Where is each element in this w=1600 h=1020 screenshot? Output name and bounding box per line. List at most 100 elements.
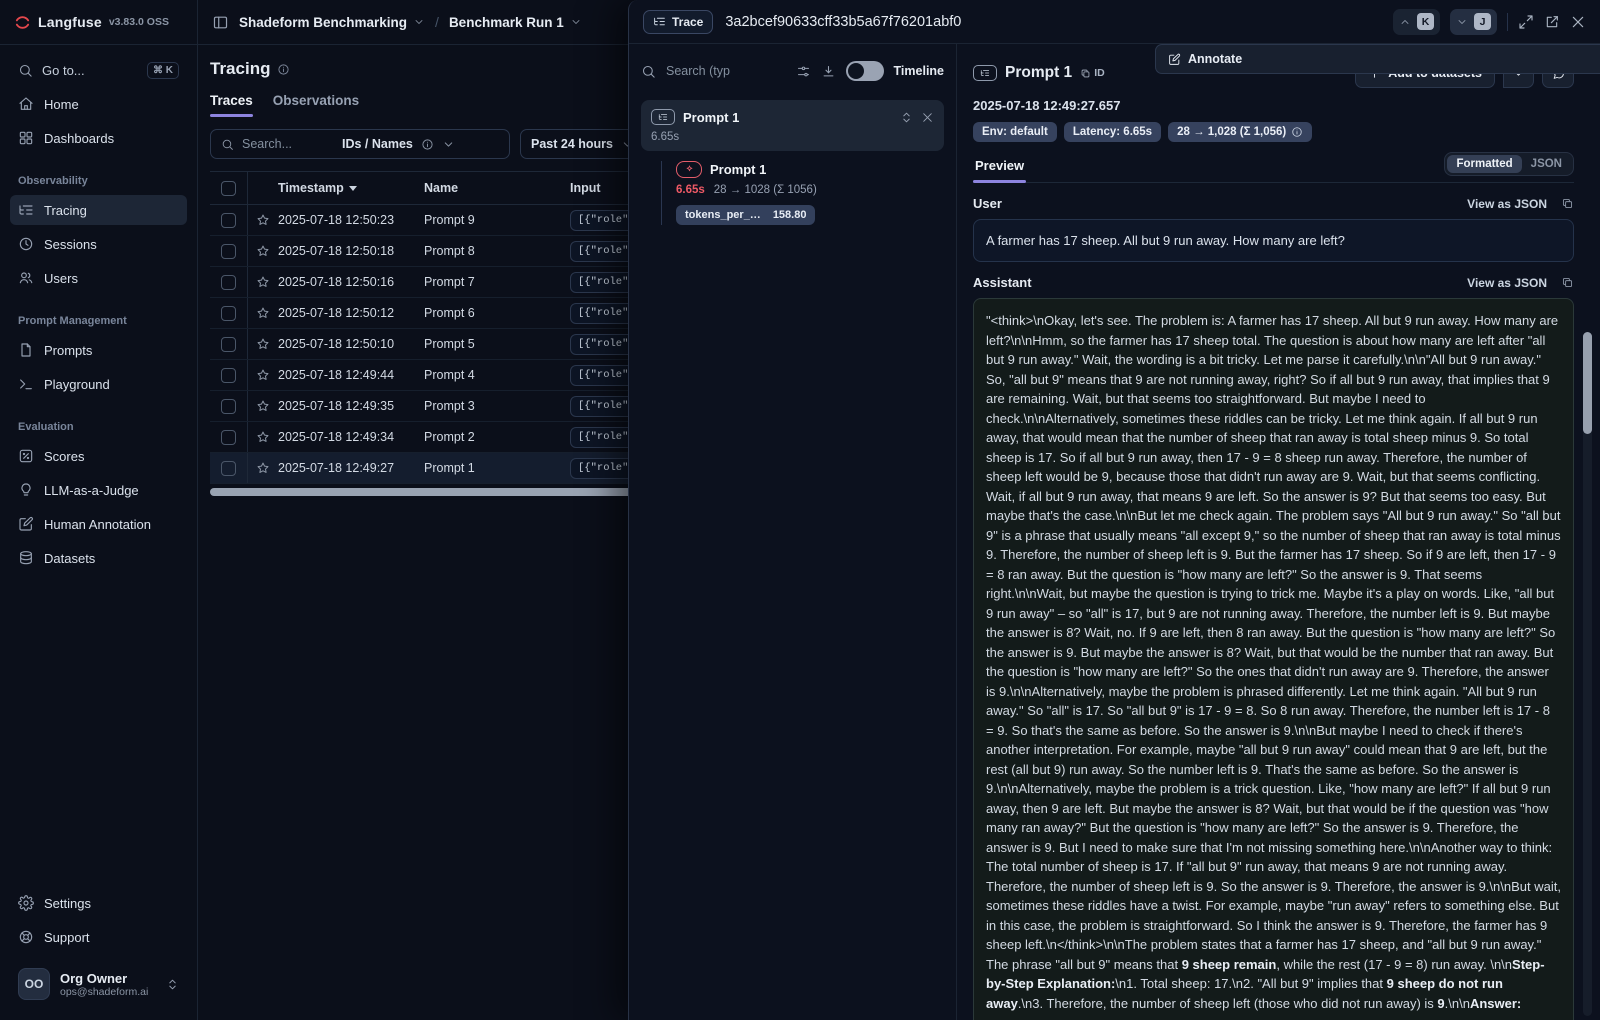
- row-checkbox[interactable]: [221, 368, 236, 383]
- breadcrumb-run[interactable]: Benchmark Run 1: [449, 15, 582, 30]
- collapse-all-icon[interactable]: [921, 111, 934, 124]
- breadcrumb-divider: /: [435, 14, 439, 30]
- vertical-scrollbar[interactable]: [1583, 332, 1592, 1016]
- close-icon[interactable]: [1570, 14, 1586, 30]
- gear-icon: [18, 895, 34, 911]
- row-checkbox[interactable]: [221, 244, 236, 259]
- sidebar-item-users[interactable]: Users: [10, 263, 187, 293]
- annotate-button[interactable]: Annotate: [1155, 44, 1600, 74]
- sidebar-item-label: Users: [44, 271, 78, 286]
- scrollbar-thumb[interactable]: [210, 488, 638, 496]
- row-checkbox[interactable]: [221, 337, 236, 352]
- tab-preview[interactable]: Preview: [973, 158, 1026, 182]
- row-name: Prompt 3: [424, 399, 570, 413]
- copy-icon[interactable]: [1561, 197, 1574, 210]
- sidebar-item-llm-judge[interactable]: LLM-as-a-Judge: [10, 475, 187, 505]
- format-formatted[interactable]: Formatted: [1447, 155, 1521, 173]
- sidebar-item-settings[interactable]: Settings: [10, 888, 187, 918]
- sidebar-item-label: Sessions: [44, 237, 97, 252]
- timeline-toggle[interactable]: [846, 61, 884, 81]
- row-checkbox[interactable]: [221, 399, 236, 414]
- root-node-name: Prompt 1: [683, 110, 739, 125]
- row-checkbox[interactable]: [221, 461, 236, 476]
- sidebar-item-dashboards[interactable]: Dashboards: [10, 123, 187, 153]
- star-icon[interactable]: [256, 306, 270, 320]
- scrollbar-thumb[interactable]: [1583, 332, 1592, 434]
- drawer-header: Trace 3a2bcef90633cff33b5a67f76201abf0 K…: [629, 0, 1600, 44]
- info-icon[interactable]: [277, 63, 290, 76]
- breadcrumb-project[interactable]: Shadeform Benchmarking: [239, 15, 425, 30]
- col-timestamp[interactable]: Timestamp: [278, 181, 424, 195]
- tree-node-root[interactable]: Prompt 1 6.65s: [641, 100, 944, 151]
- row-timestamp: 2025-07-18 12:50:10: [278, 337, 424, 351]
- star-icon[interactable]: [256, 244, 270, 258]
- sidebar-item-scores[interactable]: Scores: [10, 441, 187, 471]
- row-timestamp: 2025-07-18 12:49:34: [278, 430, 424, 444]
- sidebar-item-datasets[interactable]: Datasets: [10, 543, 187, 573]
- account-menu[interactable]: OO Org Owner ops@shadeform.ai: [10, 962, 187, 1006]
- traces-search[interactable]: IDs / Names: [210, 129, 510, 159]
- star-icon[interactable]: [256, 337, 270, 351]
- select-all-checkbox[interactable]: [221, 181, 236, 196]
- root-duration: 6.65s: [651, 131, 934, 143]
- row-checkbox[interactable]: [221, 306, 236, 321]
- sidebar-item-sessions[interactable]: Sessions: [10, 229, 187, 259]
- sidebar-item-human-annotation[interactable]: Human Annotation: [10, 509, 187, 539]
- row-timestamp: 2025-07-18 12:49:35: [278, 399, 424, 413]
- section-prompt-management: Prompt Management: [18, 315, 179, 327]
- maximize-icon[interactable]: [1518, 14, 1534, 30]
- user-view-as-json[interactable]: View as JSON: [1467, 197, 1547, 211]
- sidebar-item-playground[interactable]: Playground: [10, 369, 187, 399]
- metric-name: tokens_per_…: [685, 209, 761, 221]
- grid-icon: [18, 130, 34, 146]
- nav-prev-button[interactable]: K: [1393, 9, 1440, 35]
- sidebar-item-support[interactable]: Support: [10, 922, 187, 952]
- format-json[interactable]: JSON: [1522, 155, 1571, 173]
- assistant-view-as-json[interactable]: View as JSON: [1467, 276, 1547, 290]
- copy-id-button[interactable]: ID: [1080, 67, 1105, 79]
- star-icon[interactable]: [256, 399, 270, 413]
- star-icon[interactable]: [256, 430, 270, 444]
- sidebar-item-prompts[interactable]: Prompts: [10, 335, 187, 365]
- percent-box-icon: [18, 448, 34, 464]
- row-timestamp: 2025-07-18 12:50:18: [278, 244, 424, 258]
- keycap-j: J: [1474, 13, 1491, 30]
- star-icon[interactable]: [256, 368, 270, 382]
- tokens-per-second-chip[interactable]: tokens_per_… 158.80: [676, 205, 815, 225]
- goto-search[interactable]: Go to... ⌘ K: [10, 55, 187, 85]
- tree-search-input[interactable]: [666, 64, 786, 78]
- sidebar-item-label: Datasets: [44, 551, 95, 566]
- tab-observations[interactable]: Observations: [273, 93, 359, 117]
- tab-traces[interactable]: Traces: [210, 93, 253, 117]
- format-toggle: Formatted JSON: [1444, 152, 1574, 176]
- app-title: Langfuse: [38, 14, 102, 30]
- trace-type-chip[interactable]: Trace: [643, 10, 713, 34]
- row-checkbox[interactable]: [221, 213, 236, 228]
- sliders-icon[interactable]: [796, 64, 811, 79]
- sidebar-item-label: Human Annotation: [44, 517, 151, 532]
- star-icon[interactable]: [256, 213, 270, 227]
- chevrons-up-down-icon[interactable]: [900, 111, 913, 124]
- traces-search-input[interactable]: [242, 137, 334, 151]
- external-link-icon[interactable]: [1544, 14, 1560, 30]
- trace-badge-icon: [651, 109, 675, 125]
- project-name: Shadeform Benchmarking: [239, 15, 407, 30]
- home-icon: [18, 96, 34, 112]
- star-icon[interactable]: [256, 275, 270, 289]
- row-checkbox[interactable]: [221, 430, 236, 445]
- sidebar-item-label: Prompts: [44, 343, 92, 358]
- page-title: Tracing: [210, 59, 270, 79]
- sidebar-item-home[interactable]: Home: [10, 89, 187, 119]
- copy-icon[interactable]: [1561, 276, 1574, 289]
- nav-next-button[interactable]: J: [1450, 9, 1497, 35]
- tree-node-generation[interactable]: Prompt 1 6.65s 28 → 1028 (Σ 1056) tokens…: [676, 161, 944, 225]
- row-timestamp: 2025-07-18 12:50:23: [278, 213, 424, 227]
- horizontal-scrollbar[interactable]: [210, 488, 638, 496]
- col-name[interactable]: Name: [424, 181, 570, 195]
- row-checkbox[interactable]: [221, 275, 236, 290]
- sidebar-item-tracing[interactable]: Tracing: [10, 195, 187, 225]
- time-range-select[interactable]: Past 24 hours: [520, 129, 645, 159]
- panel-left-icon[interactable]: [212, 14, 229, 31]
- star-icon[interactable]: [256, 461, 270, 475]
- download-icon[interactable]: [821, 64, 836, 79]
